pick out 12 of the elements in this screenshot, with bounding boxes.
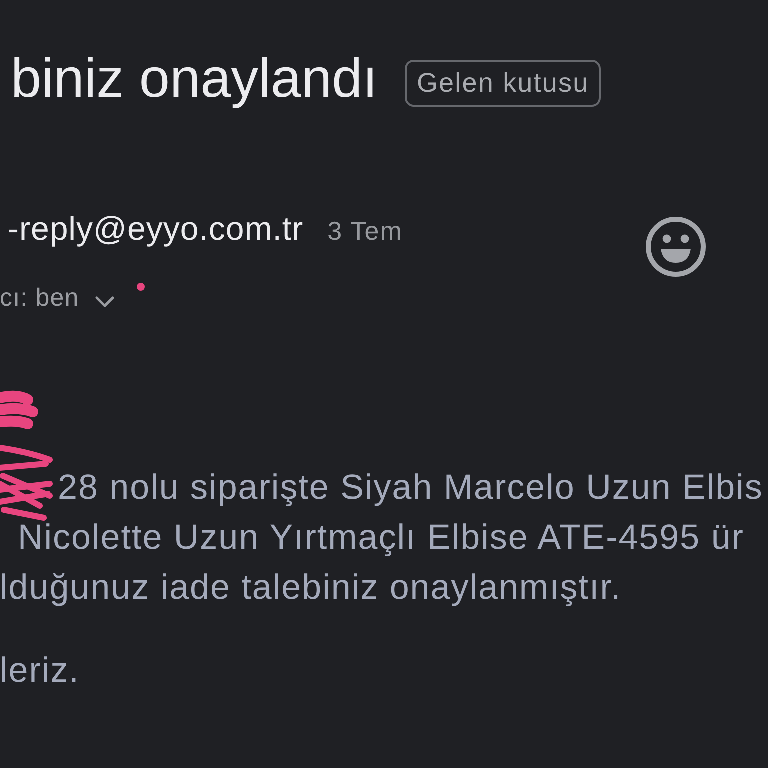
body-text-line: lduğunuz iade talebiniz onaylanmıştır. [0,567,622,609]
body-text-line: 28 nolu siparişte Siyah Marcelo Uzun Elbis [58,467,764,509]
dot-icon [137,283,146,291]
recipient-text: cı: ben [0,283,80,313]
date-text: 3 Tem [328,216,403,247]
email-subject: biniz onaylandı [11,47,378,109]
body-text-line: Nicolette Uzun Yırtmaçlı Elbise ATE-4595 ür [18,517,744,559]
body-text-line: leriz. [0,650,80,692]
chevron-icon[interactable] [95,296,116,308]
inbox-label[interactable]: Gelen kutusu [404,60,602,107]
sender-address: -reply@eyyo.com.tr [8,210,304,248]
smiley-icon[interactable] [645,216,707,278]
